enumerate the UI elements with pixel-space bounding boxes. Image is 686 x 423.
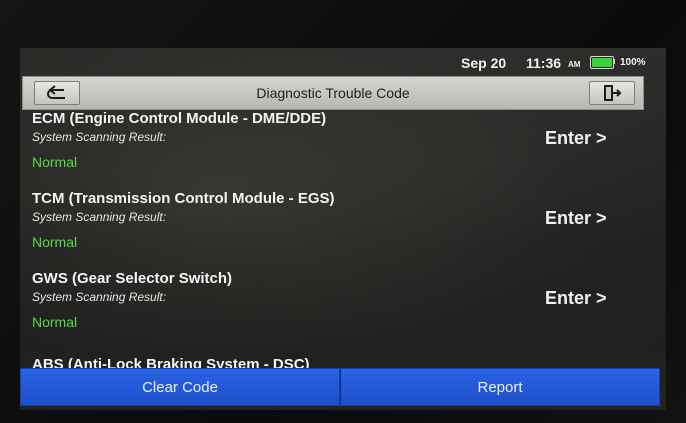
battery-icon: [590, 56, 614, 69]
battery-percent: 100%: [620, 57, 646, 68]
module-name: GWS (Gear Selector Switch): [32, 270, 233, 287]
screen: Sep 20 11:36 AM 100% Diagnostic Trouble …: [20, 48, 666, 410]
enter-button-gws[interactable]: Enter >: [545, 288, 607, 309]
status-date: Sep 20: [461, 55, 507, 71]
module-subtitle: System Scanning Result:: [32, 130, 167, 144]
module-status: Normal: [32, 234, 78, 250]
title-bar: Diagnostic Trouble Code: [22, 76, 644, 110]
clear-code-button[interactable]: Clear Code: [20, 368, 340, 406]
enter-button-tcm[interactable]: Enter >: [545, 208, 607, 229]
module-name: ECM (Engine Control Module - DME/DDE): [32, 110, 327, 127]
back-arrow-icon: [47, 85, 65, 99]
module-subtitle: System Scanning Result:: [32, 210, 167, 224]
page-title: Diagnostic Trouble Code: [256, 85, 410, 101]
device-frame: Sep 20 11:36 AM 100% Diagnostic Trouble …: [0, 0, 686, 423]
module-subtitle: System Scanning Result:: [32, 290, 167, 304]
battery-fill: [592, 58, 612, 67]
module-status: Normal: [32, 314, 78, 330]
back-button[interactable]: [34, 81, 80, 105]
bottom-action-bar: Clear Code Report: [20, 368, 660, 406]
status-ampm: AM: [568, 60, 581, 69]
exit-button[interactable]: [589, 81, 635, 105]
list-item-tcm: TCM (Transmission Control Module - EGS) …: [20, 190, 666, 270]
report-button[interactable]: Report: [340, 368, 660, 406]
list-item-gws: GWS (Gear Selector Switch) System Scanni…: [20, 270, 666, 350]
status-bar: Sep 20 11:36 AM 100%: [20, 48, 666, 76]
exit-door-icon: [604, 85, 622, 101]
module-status: Normal: [32, 154, 78, 170]
enter-button-ecm[interactable]: Enter >: [545, 128, 607, 149]
list-item-ecm: ECM (Engine Control Module - DME/DDE) Sy…: [20, 110, 666, 190]
battery-tip: [613, 59, 615, 64]
module-name: TCM (Transmission Control Module - EGS): [32, 190, 335, 207]
status-time: 11:36: [526, 55, 562, 71]
